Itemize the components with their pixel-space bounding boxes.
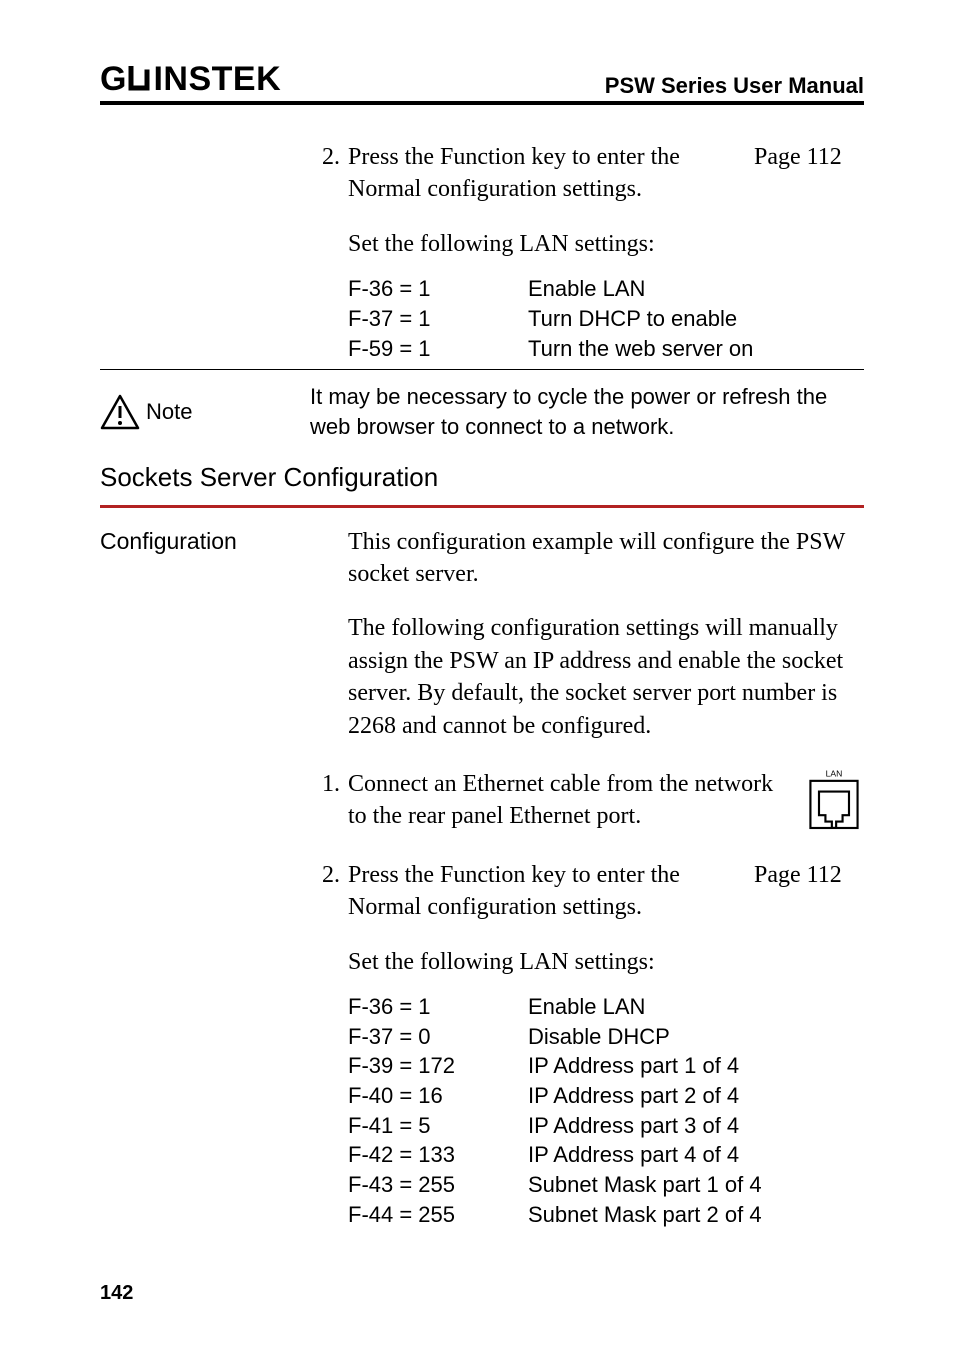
setting-key: F-36 = 1 xyxy=(348,274,528,304)
page-number: 142 xyxy=(100,1282,133,1305)
setting-row: F-42 = 133 IP Address part 4 of 4 xyxy=(348,1140,864,1170)
setting-key: F-40 = 16 xyxy=(348,1081,528,1111)
setting-value: Subnet Mask part 1 of 4 xyxy=(528,1170,864,1200)
setting-row: F-44 = 255 Subnet Mask part 2 of 4 xyxy=(348,1200,864,1230)
manual-title: PSW Series User Manual xyxy=(605,73,864,99)
setting-key: F-43 = 255 xyxy=(348,1170,528,1200)
page-reference: Page 112 xyxy=(748,859,864,924)
step-text: Connect an Ethernet cable from the netwo… xyxy=(348,768,796,833)
setting-row: F-43 = 255 Subnet Mask part 1 of 4 xyxy=(348,1170,864,1200)
page-header: G INSTEK PSW Series User Manual xyxy=(100,60,864,105)
lan-intro: Set the following LAN settings: xyxy=(348,228,864,260)
setting-row: F-36 = 1 Enable LAN xyxy=(348,992,864,1022)
note-block: Note It may be necessary to cycle the po… xyxy=(100,382,864,441)
setting-value: IP Address part 4 of 4 xyxy=(528,1140,864,1170)
setting-value: Disable DHCP xyxy=(528,1022,864,1052)
config-paragraph: This configuration example will configur… xyxy=(348,526,864,591)
setting-value: Subnet Mask part 2 of 4 xyxy=(528,1200,864,1230)
setting-row: F-39 = 172 IP Address part 1 of 4 xyxy=(348,1051,864,1081)
top-settings-table: F-36 = 1 Enable LAN F-37 = 1 Turn DHCP t… xyxy=(348,274,864,363)
brand-logo: G INSTEK xyxy=(100,60,281,99)
lan-port-icon: LAN xyxy=(804,768,864,828)
step-text: Press the Function key to enter the Norm… xyxy=(348,859,748,924)
step-number: 2. xyxy=(310,141,348,173)
setting-row: F-40 = 16 IP Address part 2 of 4 xyxy=(348,1081,864,1111)
setting-key: F-41 = 5 xyxy=(348,1111,528,1141)
step-number: 1. xyxy=(310,768,348,800)
divider xyxy=(100,369,864,370)
step2-row: 2. Press the Function key to enter the N… xyxy=(100,859,864,924)
note-label: Note xyxy=(146,397,192,427)
setting-key: F-59 = 1 xyxy=(348,334,528,364)
configuration-label: Configuration xyxy=(100,526,310,557)
setting-key: F-36 = 1 xyxy=(348,992,528,1022)
logo-text: INSTEK xyxy=(153,60,281,99)
setting-value: IP Address part 2 of 4 xyxy=(528,1081,864,1111)
setting-value: Enable LAN xyxy=(528,992,864,1022)
step-text: Press the Function key to enter the Norm… xyxy=(348,141,748,206)
setting-key: F-39 = 172 xyxy=(348,1051,528,1081)
setting-row: F-59 = 1 Turn the web server on xyxy=(348,334,864,364)
step2-settings-table: F-36 = 1 Enable LAN F-37 = 0 Disable DHC… xyxy=(348,992,864,1230)
page-reference: Page 112 xyxy=(748,141,864,206)
setting-key: F-42 = 133 xyxy=(348,1140,528,1170)
setting-value: IP Address part 3 of 4 xyxy=(528,1111,864,1141)
warning-icon xyxy=(100,394,140,430)
setting-value: IP Address part 1 of 4 xyxy=(528,1051,864,1081)
setting-value: Turn the web server on xyxy=(528,334,864,364)
setting-row: F-41 = 5 IP Address part 3 of 4 xyxy=(348,1111,864,1141)
logo-g: G xyxy=(100,60,125,99)
step-number: 2. xyxy=(310,859,348,891)
section-heading: Sockets Server Configuration xyxy=(100,460,864,495)
setting-key: F-44 = 255 xyxy=(348,1200,528,1230)
logo-separator-icon xyxy=(127,66,151,94)
setting-value: Turn DHCP to enable xyxy=(528,304,864,334)
top-step-row: 2. Press the Function key to enter the N… xyxy=(100,141,864,206)
configuration-block: Configuration This configuration example… xyxy=(100,526,864,742)
setting-row: F-36 = 1 Enable LAN xyxy=(348,274,864,304)
config-paragraph: The following configuration settings wil… xyxy=(348,612,864,742)
setting-row: F-37 = 1 Turn DHCP to enable xyxy=(348,304,864,334)
setting-key: F-37 = 0 xyxy=(348,1022,528,1052)
setting-row: F-37 = 0 Disable DHCP xyxy=(348,1022,864,1052)
section-divider xyxy=(100,505,864,508)
setting-value: Enable LAN xyxy=(528,274,864,304)
lan-intro: Set the following LAN settings: xyxy=(348,946,864,978)
setting-key: F-37 = 1 xyxy=(348,304,528,334)
step1-row: 1. Connect an Ethernet cable from the ne… xyxy=(100,768,864,833)
lan-label: LAN xyxy=(826,769,843,779)
note-text: It may be necessary to cycle the power o… xyxy=(310,382,864,441)
